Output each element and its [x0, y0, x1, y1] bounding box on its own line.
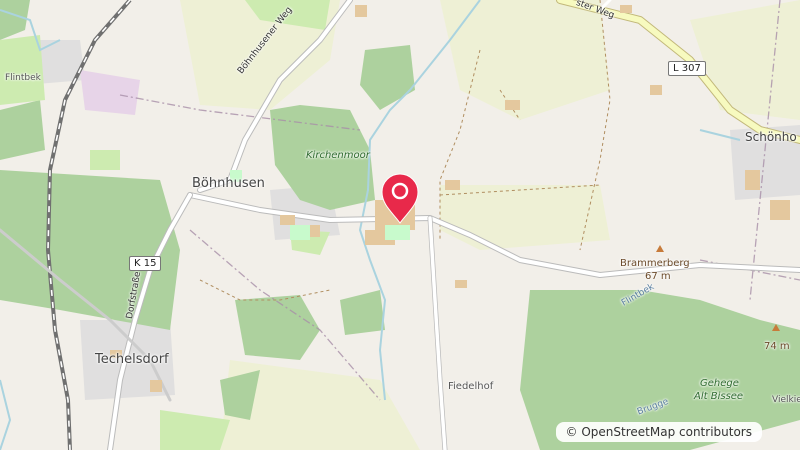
- place-label-schoenhorst: Schönho: [745, 130, 797, 144]
- nature-label-gehege: Gehege: [700, 378, 739, 389]
- place-label-flintbek: Flintbek: [5, 73, 41, 83]
- nature-label-kirchenmoor: Kirchenmoor: [306, 150, 370, 161]
- road-shield-l307: L 307: [668, 61, 706, 76]
- place-label-techelsdorf: Techelsdorf: [95, 352, 169, 367]
- map-attribution[interactable]: © OpenStreetMap contributors: [555, 422, 762, 442]
- peak-elevation-brammerberg: 67 m: [645, 271, 671, 282]
- nature-label-alt-bissee: Alt Bissee: [694, 391, 744, 402]
- peak-elevation-east: 74 m: [764, 341, 790, 352]
- place-label-vielkie: Vielkie: [772, 395, 800, 405]
- road-shield-k15: K 15: [129, 256, 162, 271]
- place-label-fiedelhof: Fiedelhof: [448, 381, 494, 392]
- peak-label-brammerberg: Brammerberg: [620, 258, 690, 269]
- place-label-bohnhusen: Böhnhusen: [192, 176, 265, 191]
- purple-landuse: [80, 70, 140, 115]
